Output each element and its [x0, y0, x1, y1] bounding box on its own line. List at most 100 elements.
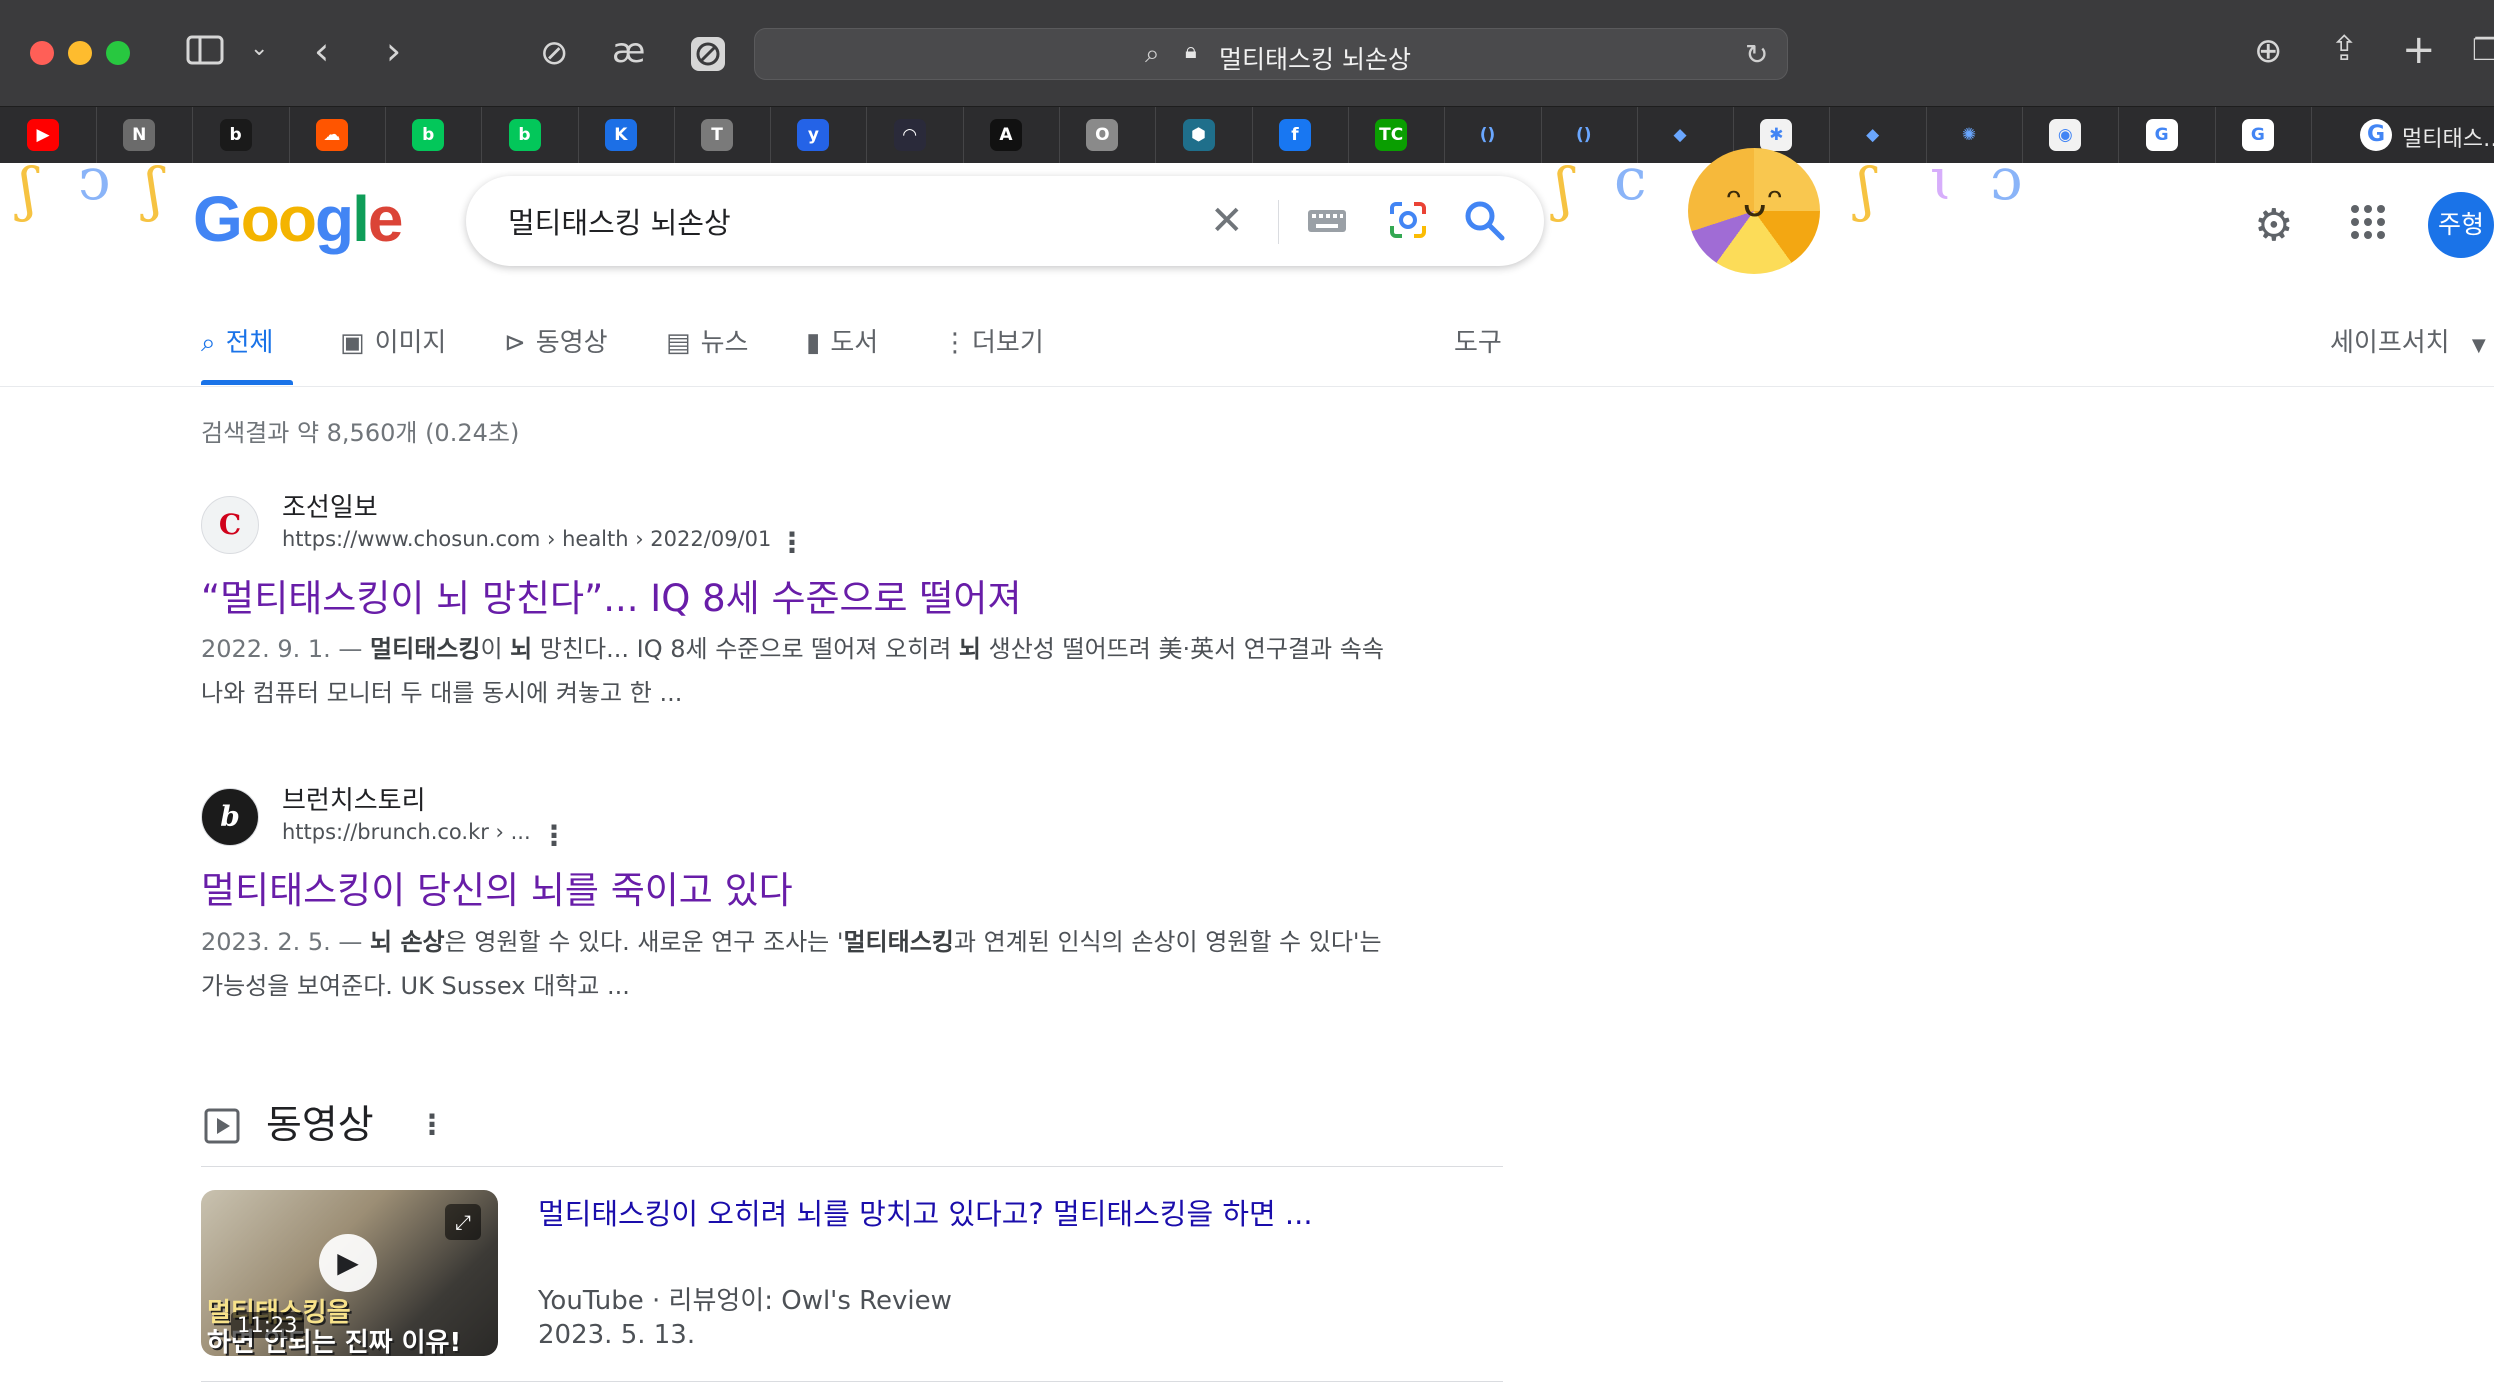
naver-blog-icon: b — [412, 119, 445, 151]
favorite-item[interactable]: T — [674, 107, 772, 163]
more-options-icon[interactable]: ⋮ — [540, 819, 568, 852]
favorite-item[interactable]: f — [1252, 107, 1349, 163]
tab-videos-label: 동영상 — [535, 328, 608, 358]
tab-all[interactable]: ⌕ 전체 — [201, 322, 273, 359]
video-thumbnail[interactable]: 멀티태스킹을 하면 안되는 진짜 이유! ▶ 11:23 ⤢ — [201, 1190, 498, 1356]
doodle-disco-ball[interactable]: ᵔᴗᵔ — [1688, 148, 1820, 274]
extension-ae-icon[interactable]: æ — [612, 34, 645, 68]
tabs-divider — [0, 386, 2494, 387]
favorite-item[interactable]: b — [193, 107, 290, 163]
favorite-item[interactable]: b — [385, 107, 483, 163]
soundcloud-icon: ☁ — [315, 119, 348, 151]
search-icon[interactable] — [1462, 198, 1506, 254]
tab-all-label: 전체 — [225, 328, 274, 358]
tab-news[interactable]: ▤ 뉴스 — [666, 322, 748, 359]
site-url[interactable]: https://brunch.co.kr › ... — [282, 820, 531, 844]
video-date: 2023. 5. 13. — [538, 1320, 696, 1350]
downloads-icon[interactable]: ⊕ — [2254, 34, 2283, 68]
site-favicon[interactable]: b — [201, 788, 259, 846]
youtube-icon: ▶ — [27, 119, 59, 151]
tab-books[interactable]: ▮ 도서 — [806, 322, 878, 359]
google-logo[interactable]: Google — [193, 182, 403, 256]
tools-button[interactable]: 도구 — [1454, 322, 1502, 359]
reload-icon[interactable]: ↻ — [1745, 38, 1768, 71]
yahoo-icon: y — [797, 119, 830, 151]
site-name[interactable]: 조선일보 — [282, 487, 378, 524]
new-tab-icon[interactable]: + — [2402, 30, 2436, 70]
result-title-link[interactable]: “멀티태스킹이 뇌 망친다”... IQ 8세 수준으로 떨어져 — [201, 568, 1021, 622]
dark-icon: ◠ — [893, 119, 926, 151]
address-text: 멀티태스킹 뇌손상 — [1219, 45, 1411, 74]
image-icon: ▣ — [340, 328, 365, 358]
site-url[interactable]: https://www.chosun.com › health › 2022/0… — [282, 527, 771, 551]
favorite-item[interactable]: ⬢ — [1156, 107, 1253, 163]
favorite-item[interactable]: G — [2119, 107, 2216, 163]
hex-icon: ⬢ — [1182, 119, 1215, 151]
settings-gear-icon[interactable]: ⚙ — [2254, 200, 2293, 251]
extension-compass-icon[interactable]: ⊘ — [540, 36, 569, 70]
account-avatar[interactable]: 주형 — [2428, 192, 2494, 258]
favorite-item[interactable]: A — [963, 107, 1060, 163]
tab-images-label: 이미지 — [374, 328, 447, 358]
favorite-item[interactable]: G — [2215, 107, 2312, 163]
a-icon: A — [990, 119, 1022, 151]
result-date: 2022. 9. 1. — — [201, 635, 371, 663]
lens-camera-icon[interactable] — [1386, 198, 1430, 254]
section-divider — [201, 1166, 1503, 1167]
favorite-item[interactable]: ◆ — [1637, 107, 1735, 163]
smiley-face: ᵔᴗᵔ — [1726, 180, 1784, 226]
search-box[interactable]: 멀티태스킹 뇌손상 ✕ — [466, 176, 1544, 266]
favorite-item[interactable]: K — [578, 107, 675, 163]
search-query[interactable]: 멀티태스킹 뇌손상 — [508, 200, 731, 242]
more-options-icon[interactable]: ⋮ — [778, 526, 806, 559]
extension-block-icon[interactable] — [690, 36, 726, 78]
snippet-text: 은 영원할 수 있다. 새로운 연구 조사는 ' — [444, 928, 844, 956]
snippet-bold: 뇌 — [958, 635, 981, 663]
zoom-window-button[interactable] — [106, 41, 130, 65]
tab-overview-icon[interactable]: ❐ — [2472, 36, 2494, 66]
video-title-link[interactable]: 멀티태스킹이 오히려 뇌를 망치고 있다고? 멀티태스킹을 하면 ... — [538, 1191, 1313, 1233]
back-icon[interactable]: ‹ — [314, 32, 329, 70]
favorite-item[interactable]: () — [1445, 107, 1542, 163]
address-bar[interactable]: ⌕ 🔒︎ 멀티태스킹 뇌손상 ↻ — [754, 28, 1788, 80]
naver-blog-icon: b — [508, 119, 541, 151]
active-tab-indicator — [201, 380, 293, 385]
forward-icon[interactable]: › — [386, 32, 401, 70]
active-tab[interactable]: G 멀티태스… — [2330, 107, 2494, 163]
github-icon: ◉ — [2049, 119, 2082, 151]
dropdown-arrow-icon: ▼ — [2471, 335, 2486, 356]
tab-more[interactable]: ⋮ 더보기 — [942, 322, 1044, 359]
google-icon: G — [2145, 119, 2178, 151]
favorite-item[interactable]: ☁ — [289, 107, 386, 163]
more-options-icon[interactable]: ⋮ — [418, 1108, 446, 1141]
result-snippet: 2023. 2. 5. — 뇌 손상은 영원할 수 있다. 새로운 연구 조사는… — [201, 920, 1411, 1008]
favorite-item[interactable]: ◆ — [1830, 107, 1927, 163]
favorite-item[interactable]: N — [96, 107, 194, 163]
clear-icon[interactable]: ✕ — [1210, 196, 1244, 246]
apps-grid-icon[interactable] — [2350, 204, 2386, 244]
sidebar-icon[interactable] — [186, 34, 224, 72]
site-name[interactable]: 브런치스토리 — [282, 780, 426, 817]
safesearch-button[interactable]: 세이프서치 ▼ — [2330, 322, 2486, 359]
share-icon[interactable]: ⇪ — [2330, 32, 2359, 66]
confetti-decoration: ʃ — [20, 155, 36, 223]
favorite-item[interactable]: b — [482, 107, 579, 163]
site-favicon[interactable]: C — [201, 496, 259, 554]
search-icon: ⌕ — [201, 328, 216, 358]
minimize-window-button[interactable] — [68, 41, 92, 65]
keyboard-icon[interactable] — [1306, 200, 1348, 252]
tab-images[interactable]: ▣ 이미지 — [340, 322, 446, 359]
close-window-button[interactable] — [30, 41, 54, 65]
tab-videos[interactable]: ⊳ 동영상 — [504, 322, 608, 359]
expand-icon[interactable]: ⤢ — [445, 1204, 481, 1240]
play-icon[interactable]: ▶ — [319, 1234, 377, 1292]
favorite-item[interactable]: O — [1059, 107, 1157, 163]
favorite-item[interactable]: TC — [1348, 107, 1446, 163]
snippet-text: 이 — [480, 635, 511, 663]
favorite-item[interactable]: ◉ — [2022, 107, 2120, 163]
favorite-item[interactable]: ◠ — [867, 107, 964, 163]
confetti-decoration: ɔ — [1990, 145, 2023, 213]
result-title-link[interactable]: 멀티태스킹이 당신의 뇌를 죽이고 있다 — [201, 860, 793, 914]
favorite-item[interactable]: y — [770, 107, 868, 163]
chevron-down-icon[interactable]: ⌄ — [250, 38, 268, 60]
